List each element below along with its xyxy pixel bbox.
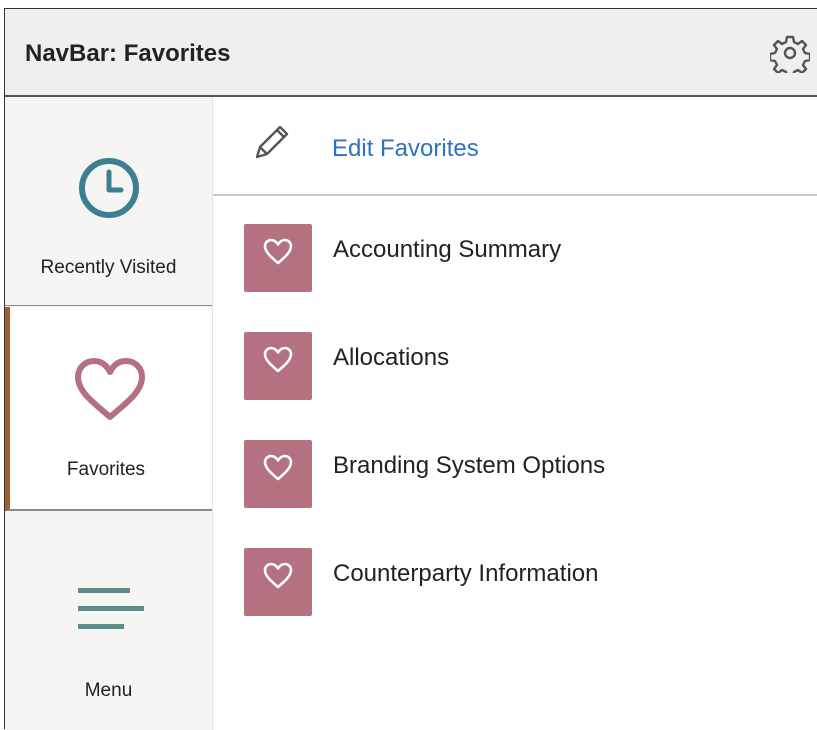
favorite-tile: [244, 548, 312, 616]
list-item[interactable]: Allocations: [213, 323, 817, 413]
favorite-tile: [244, 440, 312, 508]
list-item[interactable]: Counterparty Information: [213, 539, 817, 629]
sidebar-item-label: Menu: [84, 680, 133, 701]
pencil-icon: [249, 121, 293, 165]
panel-header: NavBar: Favorites: [5, 9, 817, 97]
heart-icon: [72, 357, 148, 428]
sidebar: Recently Visited Favorites Menu: [5, 97, 213, 730]
favorite-tile: [244, 332, 312, 400]
favorite-label: Counterparty Information: [333, 560, 599, 587]
edit-favorites-link[interactable]: Edit Favorites: [213, 97, 817, 196]
clock-icon: [78, 157, 140, 224]
list-item[interactable]: Accounting Summary: [213, 215, 817, 305]
favorite-tile: [244, 224, 312, 292]
edit-favorites-label: Edit Favorites: [332, 135, 479, 162]
heart-icon: [263, 346, 293, 373]
sidebar-item-recently-visited[interactable]: Recently Visited: [5, 97, 212, 306]
sidebar-item-label: Favorites: [66, 459, 146, 480]
favorites-list: Edit Favorites Accounting Summary Alloca…: [213, 97, 817, 730]
favorite-label: Accounting Summary: [333, 236, 562, 263]
navbar-panel: NavBar: Favorites Recently Visited Favor…: [4, 8, 817, 730]
gear-icon[interactable]: [768, 33, 812, 79]
favorite-label: Allocations: [333, 344, 450, 371]
heart-icon: [263, 238, 293, 265]
heart-icon: [263, 562, 293, 589]
menu-lines-icon: [78, 585, 144, 640]
list-item[interactable]: Branding System Options: [213, 431, 817, 521]
sidebar-item-favorites[interactable]: Favorites: [5, 307, 212, 511]
sidebar-item-menu[interactable]: Menu: [5, 513, 212, 730]
heart-icon: [263, 454, 293, 481]
sidebar-item-label: Recently Visited: [40, 257, 177, 278]
page-title: NavBar: Favorites: [25, 40, 231, 67]
favorite-label: Branding System Options: [333, 452, 606, 479]
